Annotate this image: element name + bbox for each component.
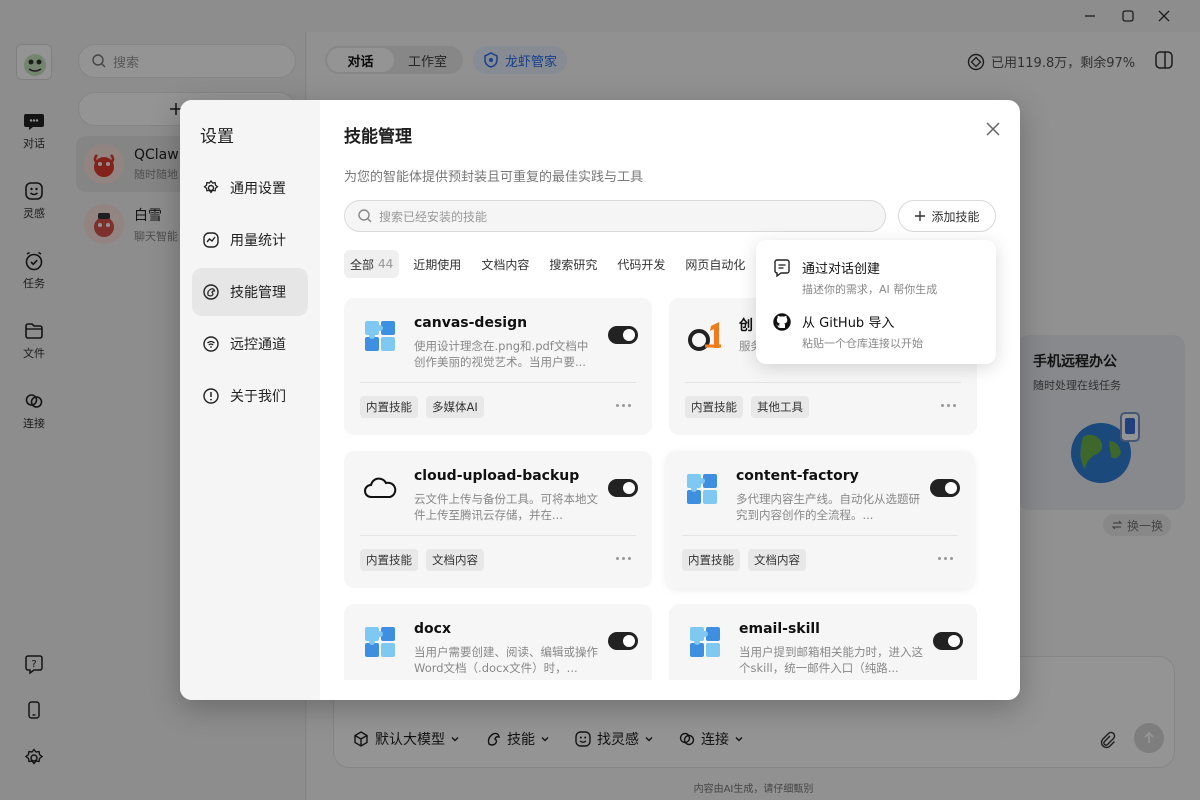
skill-tag: 其他工具 — [751, 396, 809, 418]
chat-create-icon — [774, 259, 790, 278]
settings-nav-usage[interactable]: 用量统计 — [192, 216, 308, 264]
divider — [360, 382, 636, 383]
add-skill-button[interactable]: 添加技能 — [898, 200, 996, 232]
skill-tag: 内置技能 — [685, 396, 743, 418]
skill-tag: 内置技能 — [360, 396, 418, 418]
divider — [685, 382, 961, 383]
skill-enable-toggle[interactable] — [608, 479, 638, 497]
skill-card[interactable]: docx 当用户需要创建、阅读、编辑或操作Word文档（.docx文件）时，..… — [344, 604, 652, 680]
puzzle-icon — [362, 624, 398, 660]
skill-description: 当用户提到邮箱相关能力时，进入这个skill，统一邮件入口（纯路... — [739, 645, 923, 675]
skill-enable-toggle[interactable] — [608, 326, 638, 344]
skills-title: 技能管理 — [344, 127, 412, 147]
cloud-icon — [362, 471, 398, 507]
puzzle-icon — [362, 318, 398, 354]
skill-name: 创 — [739, 318, 753, 334]
more-options-icon[interactable] — [616, 404, 631, 407]
more-options-icon[interactable] — [938, 557, 953, 560]
menu-item-subtitle: 描述你的需求，AI 帮你生成 — [802, 283, 938, 296]
skill-tag: 文档内容 — [426, 549, 484, 571]
filter-tab-all[interactable]: 全部 44 — [344, 250, 400, 278]
menu-item-title: 从 GitHub 导入 — [802, 316, 895, 331]
settings-title: 设置 — [200, 127, 234, 147]
skill-name: canvas-design — [414, 315, 528, 331]
skill-description: 使用设计理念在.png和.pdf文档中创作美丽的视觉艺术。当用户要... — [414, 339, 589, 369]
skill-description: 云文件上传与备份工具。可将本地文件上传至腾讯云存储，并在... — [414, 492, 598, 522]
github-icon — [773, 313, 791, 331]
add-skill-menu: 通过对话创建 描述你的需求，AI 帮你生成 从 GitHub 导入 粘贴一个仓库… — [756, 240, 996, 364]
skill-name: content-factory — [736, 468, 859, 484]
filter-tab-code[interactable]: 代码开发 — [611, 250, 671, 278]
search-icon — [358, 209, 372, 223]
skill-tag: 内置技能 — [682, 549, 740, 571]
divider — [682, 535, 958, 536]
skills-subtitle: 为您的智能体提供预封装且可重复的最佳实践与工具 — [344, 170, 644, 185]
skill-card[interactable]: canvas-design 使用设计理念在.png和.pdf文档中创作美丽的视觉… — [344, 298, 652, 435]
skill-enable-toggle[interactable] — [930, 479, 960, 497]
skill-card[interactable]: content-factory 多代理内容生产线。自动化从选题研究到内容创作的全… — [666, 451, 974, 588]
skill-search-placeholder: 搜索已经安装的技能 — [379, 209, 488, 224]
settings-nav-skills[interactable]: 技能管理 — [192, 268, 308, 316]
skill-filter-tabs: 全部 44 近期使用 文档内容 搜索研究 代码开发 网页自动化 — [344, 250, 759, 278]
plus-icon — [915, 211, 926, 221]
puzzle-icon — [684, 471, 720, 507]
skill-name: docx — [414, 621, 451, 637]
chart-icon — [203, 232, 219, 248]
more-options-icon[interactable] — [941, 404, 956, 407]
skill-enable-toggle[interactable] — [933, 632, 963, 650]
more-options-icon[interactable] — [616, 557, 631, 560]
gear-icon — [203, 179, 219, 194]
settings-nav-label: 关于我们 — [230, 389, 286, 405]
filter-tab-web[interactable]: 网页自动化 — [679, 250, 751, 278]
skill-tag: 内置技能 — [360, 549, 418, 571]
filter-tab-docs[interactable]: 文档内容 — [475, 250, 535, 278]
filter-tab-search[interactable]: 搜索研究 — [543, 250, 603, 278]
skill-description: 当用户需要创建、阅读、编辑或操作Word文档（.docx文件）时，... — [414, 645, 598, 675]
add-skill-label: 添加技能 — [931, 209, 980, 224]
menu-item-subtitle: 粘贴一个仓库连接以开始 — [802, 337, 923, 350]
menu-item-title: 通过对话创建 — [802, 262, 881, 277]
settings-modal: 设置 通用设置 用量统计 技能管理 远控通道 关于我们 技能管理 为您的智能体提… — [180, 100, 1020, 700]
skill-tag: 文档内容 — [748, 549, 806, 571]
filter-tab-recent[interactable]: 近期使用 — [407, 250, 467, 278]
settings-nav-label: 通用设置 — [230, 181, 286, 197]
skill-name: email-skill — [739, 621, 820, 637]
close-icon[interactable] — [982, 118, 1004, 140]
skill-enable-toggle[interactable] — [608, 632, 638, 650]
skill-description: 多代理内容生产线。自动化从选题研究到内容创作的全流程。... — [736, 492, 920, 522]
settings-nav-about[interactable]: 关于我们 — [192, 372, 308, 420]
settings-nav-remote[interactable]: 远控通道 — [192, 320, 308, 368]
o1-logo-icon — [687, 318, 723, 354]
menu-item-import-github[interactable]: 从 GitHub 导入 粘贴一个仓库连接以开始 — [772, 312, 923, 351]
skill-name: cloud-upload-backup — [414, 468, 580, 484]
skill-card[interactable]: cloud-upload-backup 云文件上传与备份工具。可将本地文件上传至… — [344, 451, 652, 588]
settings-nav-label: 技能管理 — [230, 285, 286, 301]
puzzle-icon — [687, 624, 723, 660]
settings-nav-general[interactable]: 通用设置 — [192, 164, 308, 212]
settings-nav-label: 远控通道 — [230, 337, 286, 353]
skill-icon — [203, 284, 219, 300]
filter-label: 全部 — [350, 257, 375, 272]
skills-panel: 技能管理 为您的智能体提供预封装且可重复的最佳实践与工具 搜索已经安装的技能 添… — [320, 100, 1020, 700]
divider — [360, 535, 636, 536]
settings-sidebar: 设置 通用设置 用量统计 技能管理 远控通道 关于我们 — [180, 100, 320, 700]
remote-icon — [203, 336, 219, 352]
skill-tag: 多媒体AI — [426, 396, 484, 418]
skill-search-input[interactable]: 搜索已经安装的技能 — [344, 200, 886, 232]
skill-card[interactable]: email-skill 当用户提到邮箱相关能力时，进入这个skill，统一邮件入… — [669, 604, 977, 680]
filter-count: 44 — [378, 257, 394, 271]
info-icon — [203, 388, 219, 404]
menu-item-create-by-chat[interactable]: 通过对话创建 描述你的需求，AI 帮你生成 — [772, 258, 937, 297]
settings-nav-label: 用量统计 — [230, 233, 286, 249]
